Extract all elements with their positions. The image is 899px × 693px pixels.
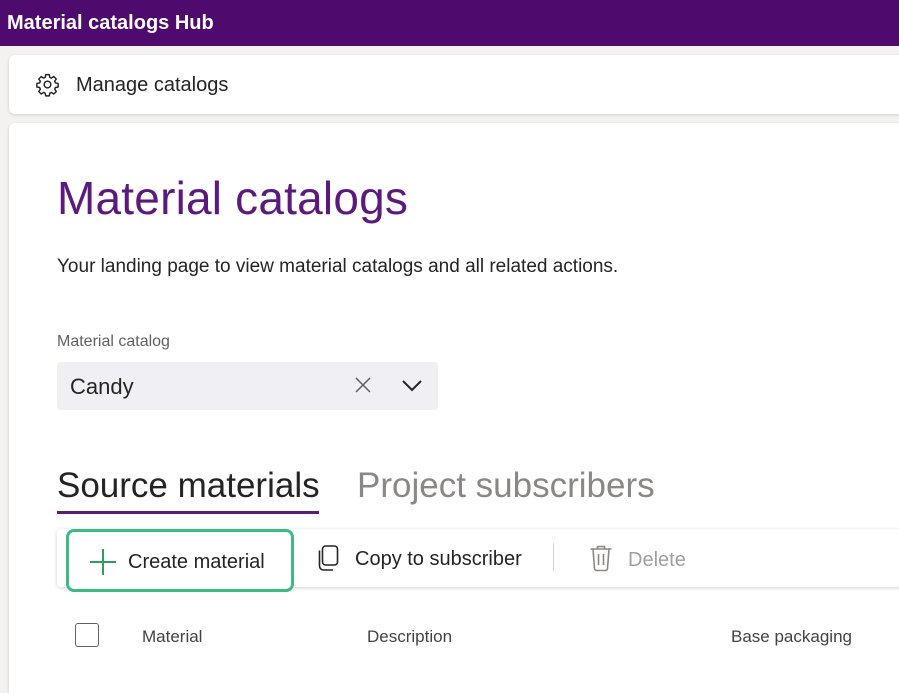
app-title: Material catalogs Hub [7,12,214,34]
main-card: Material catalogs Your landing page to v… [9,123,899,693]
materials-toolbar: Create material Copy to subscriber Delet… [57,529,899,592]
copy-to-subscriber-label: Copy to subscriber [355,548,522,570]
copy-icon [318,545,339,571]
app-title-bar: Material catalogs Hub [0,0,899,46]
select-all-checkbox[interactable] [75,623,99,647]
page-subtitle: Your landing page to view material catal… [57,256,619,277]
catalog-combobox[interactable]: Candy [57,362,438,410]
delete-label: Delete [628,549,686,571]
catalog-value: Candy [70,374,134,399]
tab-selected-indicator [57,511,319,514]
plus-icon [90,549,116,575]
table-header-row: Material Description Base packaging [9,613,899,657]
catalog-field-label: Material catalog [57,333,170,350]
manage-catalogs-label: Manage catalogs [76,74,229,96]
column-header-material[interactable]: Material [142,627,202,647]
create-material-button[interactable]: Create material [66,529,294,592]
tab-project-subscribers[interactable]: Project subscribers [357,466,655,506]
command-bar: Manage catalogs [9,55,899,114]
column-header-base-packaging[interactable]: Base packaging [731,627,852,647]
delete-button[interactable]: Delete [587,541,727,575]
toolbar-divider [553,543,554,571]
manage-catalogs-button[interactable]: Manage catalogs [9,55,269,114]
chevron-down-icon[interactable] [401,377,423,395]
create-material-label: Create material [128,551,265,573]
tab-source-materials[interactable]: Source materials [57,466,320,506]
close-icon[interactable] [354,376,372,394]
copy-to-subscriber-button[interactable]: Copy to subscriber [315,541,545,575]
column-header-description[interactable]: Description [367,627,452,647]
gear-icon [36,73,59,97]
page-title: Material catalogs [57,172,409,224]
trash-icon [590,545,612,572]
